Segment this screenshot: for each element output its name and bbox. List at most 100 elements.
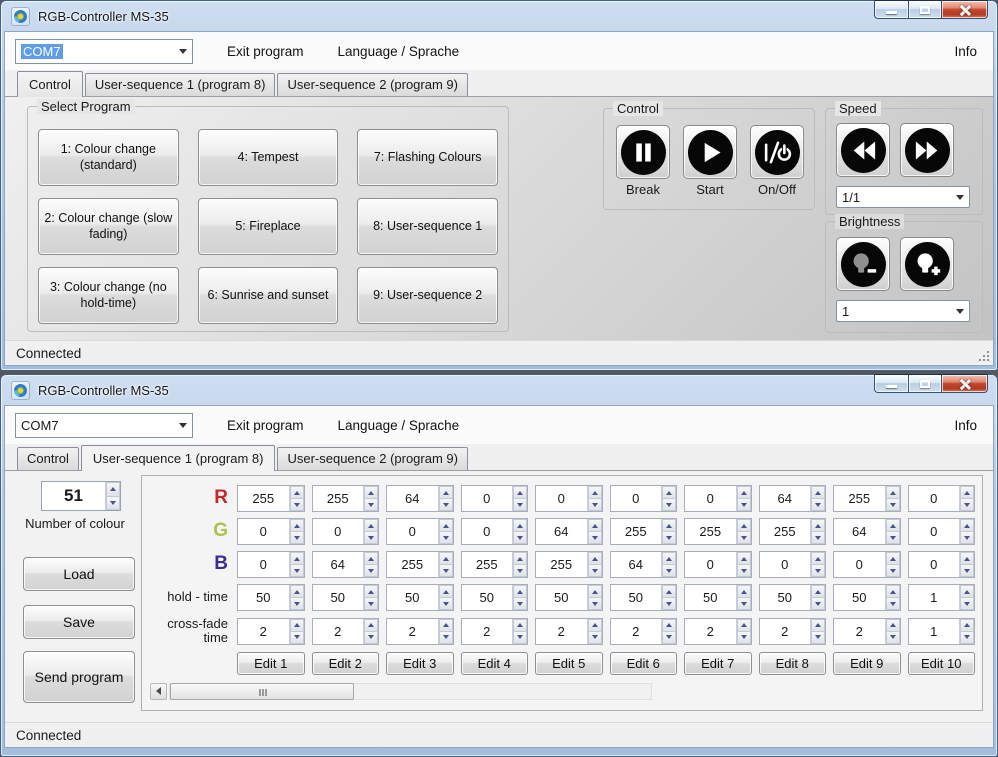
seq-g-col8-spinner[interactable]: 255 bbox=[759, 518, 827, 545]
tab-user-sequence-2[interactable]: User-sequence 2 (program 9) bbox=[277, 73, 468, 96]
bulb-minus-button[interactable] bbox=[836, 237, 890, 291]
spinner-down-button[interactable] bbox=[886, 499, 900, 511]
spinner-down-button[interactable] bbox=[811, 565, 825, 577]
spinner-down-button[interactable] bbox=[439, 632, 453, 644]
spinner-up-button[interactable] bbox=[364, 585, 378, 598]
spinner-up-button[interactable] bbox=[513, 552, 527, 565]
spinner-up-button[interactable] bbox=[106, 482, 120, 497]
spinner-up-button[interactable] bbox=[364, 519, 378, 532]
edit-button-6[interactable]: Edit 6 bbox=[610, 652, 678, 675]
menu-language[interactable]: Language / Sprache bbox=[338, 418, 460, 433]
spinner-up-button[interactable] bbox=[662, 619, 676, 632]
edit-button-9[interactable]: Edit 9 bbox=[833, 652, 901, 675]
brightness-select[interactable]: 1 bbox=[836, 300, 970, 322]
seq-r-col10-spinner[interactable]: 0 bbox=[908, 485, 976, 512]
spinner-up-button[interactable] bbox=[811, 486, 825, 499]
spinner-down-button[interactable] bbox=[662, 598, 676, 610]
spinner-up-button[interactable] bbox=[588, 552, 602, 565]
rewind-button[interactable] bbox=[836, 123, 890, 177]
spinner-down-button[interactable] bbox=[588, 632, 602, 644]
spinner-down-button[interactable] bbox=[290, 565, 304, 577]
seq-r-col7-spinner[interactable]: 0 bbox=[684, 485, 752, 512]
seq-r-col9-spinner[interactable]: 255 bbox=[833, 485, 901, 512]
spinner-up-button[interactable] bbox=[290, 519, 304, 532]
edit-button-5[interactable]: Edit 5 bbox=[535, 652, 603, 675]
spinner-down-button[interactable] bbox=[364, 565, 378, 577]
spinner-up-button[interactable] bbox=[439, 552, 453, 565]
menu-exit-program[interactable]: Exit program bbox=[227, 418, 304, 433]
spinner-down-button[interactable] bbox=[811, 598, 825, 610]
tab-control[interactable]: Control bbox=[17, 447, 79, 470]
seq-r-col5-spinner[interactable]: 0 bbox=[535, 485, 603, 512]
maximize-button[interactable] bbox=[908, 374, 942, 393]
spinner-down-button[interactable] bbox=[290, 532, 304, 544]
spinner-down-button[interactable] bbox=[513, 499, 527, 511]
spinner-up-button[interactable] bbox=[588, 486, 602, 499]
spinner-up-button[interactable] bbox=[886, 519, 900, 532]
seq-cross_fade-col10-spinner[interactable]: 1 bbox=[908, 618, 976, 645]
edit-button-10[interactable]: Edit 10 bbox=[908, 652, 976, 675]
edit-button-3[interactable]: Edit 3 bbox=[386, 652, 454, 675]
spinner-up-button[interactable] bbox=[886, 585, 900, 598]
spinner-up-button[interactable] bbox=[737, 519, 751, 532]
seq-g-col7-spinner[interactable]: 255 bbox=[684, 518, 752, 545]
maximize-button[interactable] bbox=[908, 0, 942, 19]
seq-hold_time-col2-spinner[interactable]: 50 bbox=[312, 584, 380, 611]
minimize-button[interactable] bbox=[874, 0, 908, 19]
spinner-down-button[interactable] bbox=[364, 598, 378, 610]
spinner-up-button[interactable] bbox=[960, 585, 974, 598]
spinner-up-button[interactable] bbox=[364, 552, 378, 565]
play-button[interactable] bbox=[683, 125, 737, 179]
spinner-down-button[interactable] bbox=[886, 565, 900, 577]
spinner-down-button[interactable] bbox=[364, 499, 378, 511]
spinner-down-button[interactable] bbox=[662, 565, 676, 577]
seq-b-col5-spinner[interactable]: 255 bbox=[535, 551, 603, 578]
seq-g-col10-spinner[interactable]: 0 bbox=[908, 518, 976, 545]
spinner-up-button[interactable] bbox=[364, 619, 378, 632]
send-program-button[interactable]: Send program bbox=[23, 651, 135, 703]
spinner-down-button[interactable] bbox=[290, 598, 304, 610]
spinner-up-button[interactable] bbox=[364, 486, 378, 499]
spinner-up-button[interactable] bbox=[960, 552, 974, 565]
spinner-down-button[interactable] bbox=[811, 632, 825, 644]
spinner-down-button[interactable] bbox=[960, 532, 974, 544]
spinner-down-button[interactable] bbox=[513, 532, 527, 544]
spinner-up-button[interactable] bbox=[886, 552, 900, 565]
seq-g-col6-spinner[interactable]: 255 bbox=[610, 518, 678, 545]
seq-r-col2-spinner[interactable]: 255 bbox=[312, 485, 380, 512]
scrollbar-track[interactable] bbox=[169, 683, 652, 700]
seq-cross_fade-col8-spinner[interactable]: 2 bbox=[759, 618, 827, 645]
edit-button-7[interactable]: Edit 7 bbox=[684, 652, 752, 675]
spinner-down-button[interactable] bbox=[662, 499, 676, 511]
tab-user-sequence-1[interactable]: User-sequence 1 (program 8) bbox=[81, 445, 276, 471]
tab-user-sequence-2[interactable]: User-sequence 2 (program 9) bbox=[277, 447, 468, 470]
spinner-down-button[interactable] bbox=[439, 532, 453, 544]
menu-language[interactable]: Language / Sprache bbox=[338, 44, 460, 59]
seq-cross_fade-col4-spinner[interactable]: 2 bbox=[461, 618, 529, 645]
spinner-up-button[interactable] bbox=[662, 519, 676, 532]
seq-g-col4-spinner[interactable]: 0 bbox=[461, 518, 529, 545]
spinner-down-button[interactable] bbox=[960, 632, 974, 644]
menu-info[interactable]: Info bbox=[954, 44, 977, 59]
spinner-up-button[interactable] bbox=[737, 486, 751, 499]
spinner-down-button[interactable] bbox=[886, 632, 900, 644]
spinner-down-button[interactable] bbox=[439, 565, 453, 577]
edit-button-2[interactable]: Edit 2 bbox=[312, 652, 380, 675]
spinner-up-button[interactable] bbox=[439, 619, 453, 632]
spinner-down-button[interactable] bbox=[588, 532, 602, 544]
seq-hold_time-col1-spinner[interactable]: 50 bbox=[237, 584, 305, 611]
titlebar[interactable]: RGB-Controller MS-35 bbox=[1, 1, 997, 31]
seq-b-col4-spinner[interactable]: 255 bbox=[461, 551, 529, 578]
seq-r-col1-spinner[interactable]: 255 bbox=[237, 485, 305, 512]
spinner-up-button[interactable] bbox=[290, 619, 304, 632]
spinner-up-button[interactable] bbox=[737, 552, 751, 565]
spinner-down-button[interactable] bbox=[364, 532, 378, 544]
spinner-down-button[interactable] bbox=[364, 632, 378, 644]
menu-exit-program[interactable]: Exit program bbox=[227, 44, 304, 59]
spinner-up-button[interactable] bbox=[513, 585, 527, 598]
program-button-5[interactable]: 5: Fireplace bbox=[198, 198, 339, 255]
spinner-up-button[interactable] bbox=[811, 585, 825, 598]
seq-r-col6-spinner[interactable]: 0 bbox=[610, 485, 678, 512]
spinner-up-button[interactable] bbox=[290, 552, 304, 565]
program-button-1[interactable]: 1: Colour change (standard) bbox=[38, 129, 179, 186]
